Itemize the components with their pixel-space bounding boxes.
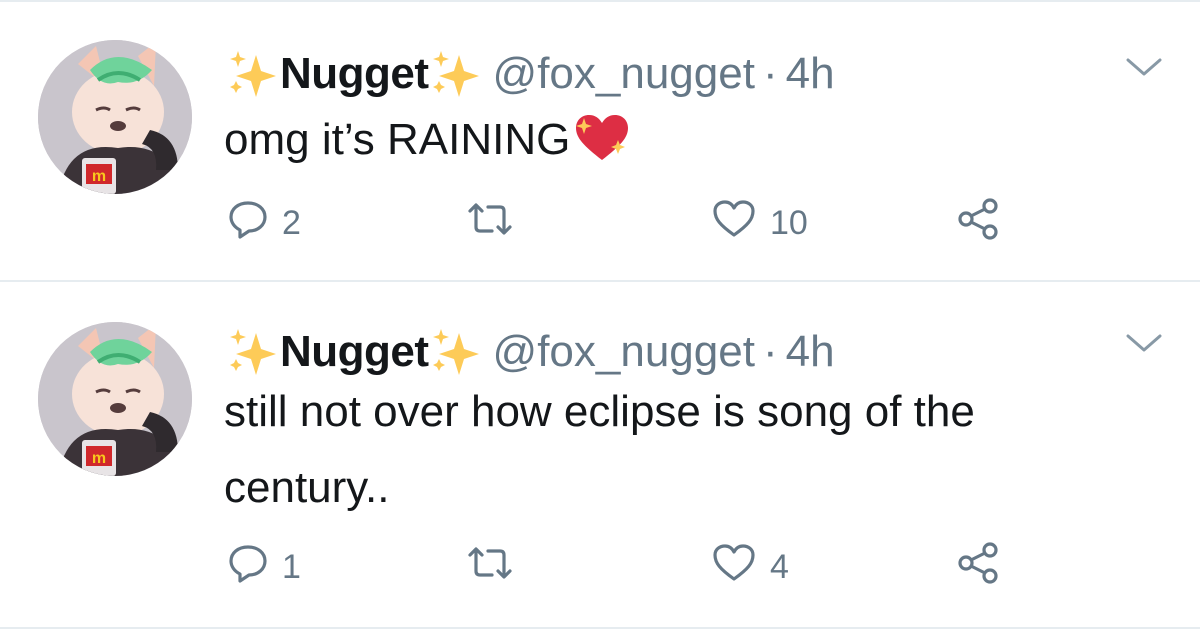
reply-icon [228, 199, 268, 248]
tweet[interactable]: m Nugget @fox_nugget · 4h [0, 282, 1200, 629]
tweet-actions: 2 10 [228, 197, 1028, 250]
retweet-icon [466, 543, 514, 592]
share-button[interactable] [956, 541, 1000, 594]
tweet-text-content: still not over how eclipse is song of th… [224, 387, 975, 512]
reply-count: 2 [282, 203, 301, 242]
separator-dot: · [762, 327, 778, 376]
tweet-header: Nugget @fox_nugget · 4h [226, 324, 835, 380]
tweet-actions: 1 4 [228, 541, 1028, 594]
user-handle[interactable]: @fox_nugget [493, 324, 755, 380]
share-icon [956, 197, 1000, 250]
chevron-down-icon[interactable] [1124, 332, 1164, 356]
avatar[interactable]: m [38, 40, 192, 194]
like-count: 4 [770, 547, 789, 586]
chevron-down-icon[interactable] [1124, 56, 1164, 80]
retweet-button[interactable] [466, 198, 528, 248]
share-icon [956, 541, 1000, 594]
svg-text:m: m [92, 450, 106, 467]
reply-icon [228, 543, 268, 592]
display-name[interactable]: Nugget [280, 46, 429, 102]
reply-button[interactable]: 2 [228, 198, 301, 248]
timestamp[interactable]: 4h [786, 46, 835, 102]
tweet-divider [0, 627, 1200, 629]
tweet-text: omg it’s RAINING [224, 102, 1144, 178]
timestamp[interactable]: 4h [786, 324, 835, 380]
sparkling-heart-emoji [574, 110, 630, 160]
share-button[interactable] [956, 197, 1000, 250]
like-button[interactable]: 10 [712, 198, 808, 248]
reply-count: 1 [282, 547, 301, 586]
tweet-feed: m Nugget @fox_nugget · 4h omg it’s RAINI… [0, 0, 1200, 631]
svg-text:m: m [92, 168, 106, 185]
avatar[interactable]: m [38, 322, 192, 476]
tweet[interactable]: m Nugget @fox_nugget · 4h [0, 2, 1200, 280]
like-count: 10 [770, 203, 808, 242]
heart-icon [712, 543, 756, 592]
sparkles-emoji [429, 325, 483, 379]
tweet-header: Nugget @fox_nugget · 4h [226, 46, 835, 102]
like-button[interactable]: 4 [712, 542, 789, 592]
tweet-text: still not over how eclipse is song of th… [224, 374, 1144, 526]
sparkles-emoji [226, 325, 280, 379]
reply-button[interactable]: 1 [228, 542, 301, 592]
separator-dot: · [762, 49, 778, 98]
display-name[interactable]: Nugget [280, 324, 429, 380]
sparkles-emoji [226, 47, 280, 101]
user-handle[interactable]: @fox_nugget [493, 46, 755, 102]
tweet-text-content: omg it’s RAINING [224, 115, 571, 164]
sparkles-emoji [429, 47, 483, 101]
retweet-button[interactable] [466, 542, 528, 592]
heart-icon [712, 199, 756, 248]
retweet-icon [466, 199, 514, 248]
